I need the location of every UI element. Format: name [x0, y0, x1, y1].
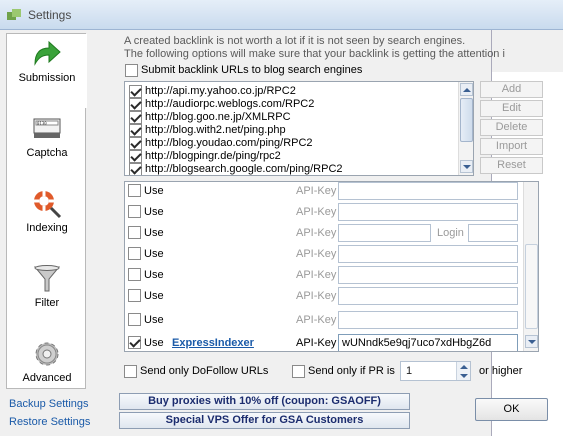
sidebar-item-advanced[interactable]: Advanced: [7, 334, 87, 408]
indexer-row: Use ExpressIndexer API-Key wUNndk5e9qj7u…: [125, 332, 525, 351]
list-item[interactable]: http://blogsearch.google.com/ping/RPC2: [129, 162, 459, 175]
scrollbar-thumb[interactable]: [525, 244, 538, 329]
svg-text:0130: 0130: [37, 121, 47, 126]
pr-checkbox[interactable]: [292, 365, 305, 378]
list-item[interactable]: http://audiorpc.weblogs.com/RPC2: [129, 97, 459, 111]
sidebar-item-captcha[interactable]: 0130 Captcha: [7, 109, 87, 183]
use-checkbox[interactable]: [128, 313, 141, 326]
funnel-icon: [33, 265, 61, 292]
lifebuoy-magnifier-icon: [34, 191, 62, 219]
info-text-line-1: A created backlink is not worth a lot if…: [124, 35, 466, 47]
list-item[interactable]: http://blog.with2.net/ping.php: [129, 123, 459, 137]
use-checkbox[interactable]: [128, 336, 141, 349]
scroll-down-arrow-icon[interactable]: [460, 160, 473, 173]
list-item[interactable]: http://blog.youdao.com/ping/RPC2: [129, 136, 459, 150]
title-bar: Settings: [0, 0, 563, 30]
service-name-overlay: [167, 186, 288, 330]
service-link-expressindexer[interactable]: ExpressIndexer: [172, 337, 254, 349]
vps-offer-button[interactable]: Special VPS Offer for GSA Customers: [119, 412, 410, 429]
reset-button[interactable]: Reset: [480, 157, 543, 174]
scroll-down-arrow-icon[interactable]: [525, 335, 538, 348]
api-key-input[interactable]: [338, 266, 518, 284]
pr-value-stepper[interactable]: 1: [400, 361, 471, 381]
delete-button[interactable]: Delete: [480, 119, 543, 136]
list-item[interactable]: http://blogpingr.de/ping/rpc2: [129, 149, 459, 163]
buy-proxies-button[interactable]: Buy proxies with 10% off (coupon: GSAOFF…: [119, 393, 410, 410]
app-icon: [7, 9, 21, 20]
scrollbar-thumb[interactable]: [460, 98, 473, 142]
use-checkbox[interactable]: [128, 268, 141, 281]
green-arrow-icon: [34, 40, 61, 66]
login-input[interactable]: [468, 224, 518, 242]
window-title: Settings: [28, 8, 72, 22]
info-text-line-2: The following options will make sure tha…: [124, 48, 505, 60]
scroll-up-arrow-icon[interactable]: [460, 83, 473, 96]
add-button[interactable]: Add: [480, 81, 543, 98]
use-checkbox[interactable]: [128, 226, 141, 239]
sidebar: Submission 0130 Captcha Indexing Filter: [6, 33, 87, 389]
ok-button[interactable]: OK: [475, 398, 548, 421]
api-key-input[interactable]: [338, 182, 518, 200]
submit-blog-checkbox[interactable]: [125, 64, 138, 77]
pr-suffix-label: or higher: [479, 365, 523, 377]
chevron-down-icon[interactable]: [460, 373, 468, 379]
sidebar-item-label: Advanced: [22, 372, 72, 384]
gear-icon: [35, 342, 59, 366]
list-scrollbar[interactable]: [458, 82, 473, 175]
login-label: Login: [437, 227, 464, 239]
use-checkbox[interactable]: [128, 247, 141, 260]
sidebar-item-indexing[interactable]: Indexing: [7, 184, 87, 258]
use-checkbox[interactable]: [128, 289, 141, 302]
use-checkbox[interactable]: [128, 184, 141, 197]
restore-settings-link[interactable]: Restore Settings: [9, 416, 90, 428]
pr-label: Send only if PR is: [308, 365, 395, 377]
sidebar-item-label: Submission: [18, 72, 76, 84]
submit-blog-label: Submit backlink URLs to blog search engi…: [141, 64, 363, 76]
api-key-input[interactable]: [338, 224, 431, 242]
sidebar-item-filter[interactable]: Filter: [7, 259, 87, 333]
import-button[interactable]: Import: [480, 138, 543, 155]
api-key-input[interactable]: [338, 287, 518, 305]
list-item-checkbox[interactable]: [129, 163, 142, 175]
sidebar-item-label: Captcha: [26, 147, 68, 159]
sidebar-item-label: Indexing: [26, 222, 68, 234]
dofollow-checkbox[interactable]: [124, 365, 137, 378]
api-key-input[interactable]: wUNndk5e9qj7uco7xdHbgZ6d: [338, 334, 518, 351]
backup-settings-link[interactable]: Backup Settings: [9, 398, 89, 410]
chevron-up-icon[interactable]: [460, 364, 468, 370]
edit-button[interactable]: Edit: [480, 100, 543, 117]
list-item[interactable]: http://blog.goo.ne.jp/XMLRPC: [129, 110, 459, 124]
api-key-input[interactable]: [338, 311, 518, 329]
list-item[interactable]: http://api.my.yahoo.co.jp/RPC2: [129, 84, 459, 98]
sidebar-item-submission[interactable]: Submission: [7, 34, 87, 108]
api-key-input[interactable]: [338, 245, 518, 263]
captcha-icon: 0130: [33, 118, 61, 138]
use-checkbox[interactable]: [128, 205, 141, 218]
sidebar-item-label: Filter: [34, 297, 60, 309]
api-key-input[interactable]: [338, 203, 518, 221]
grid-scrollbar[interactable]: [523, 182, 538, 351]
ping-url-list[interactable]: http://api.my.yahoo.co.jp/RPC2 http://au…: [124, 81, 474, 176]
dofollow-label: Send only DoFollow URLs: [140, 365, 269, 377]
